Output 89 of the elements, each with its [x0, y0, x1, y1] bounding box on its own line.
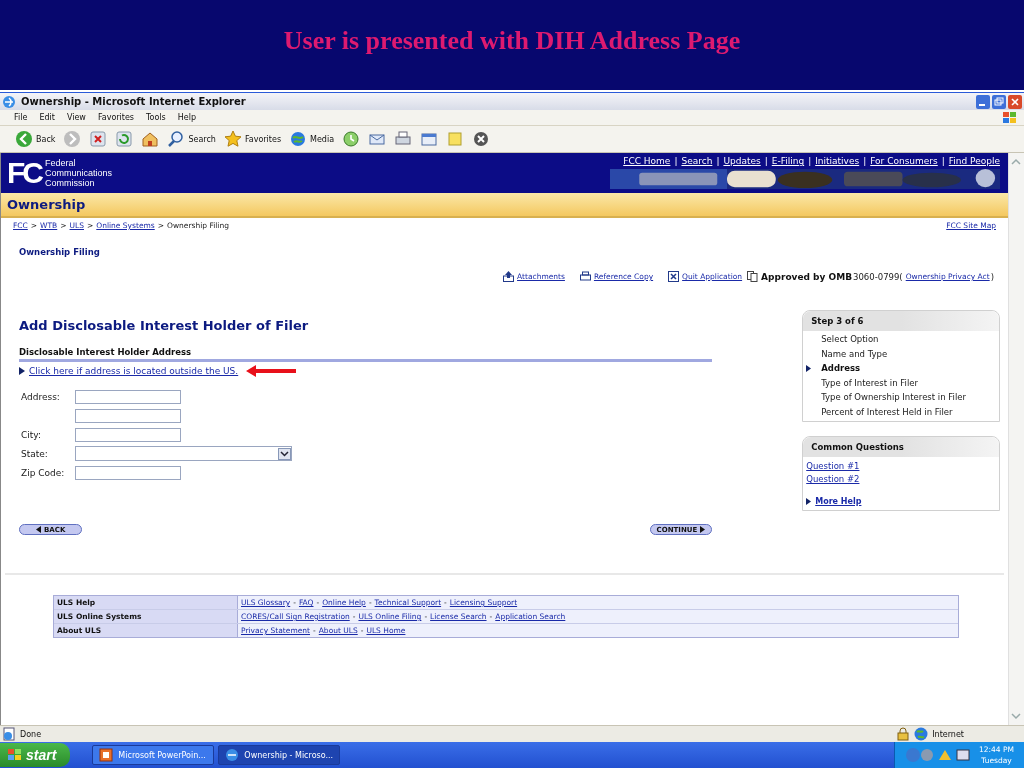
agency-name: Commission	[45, 178, 96, 188]
restore-icon[interactable]	[992, 94, 1006, 109]
field-label: State:	[21, 448, 48, 459]
media-button[interactable]: Media	[286, 130, 338, 148]
security-zone: Internet	[932, 729, 964, 739]
more-help-link[interactable]: More Help	[815, 497, 862, 506]
globe-icon	[914, 727, 929, 741]
input-field[interactable]	[75, 427, 181, 442]
filing-title: Ownership Filing	[18, 246, 101, 257]
header-link[interactable]: Updates	[723, 156, 761, 166]
presentation-app-icon	[99, 748, 114, 762]
input-field[interactable]	[75, 408, 181, 423]
link-separator: |	[716, 156, 720, 166]
search-button[interactable]: Search	[164, 130, 219, 148]
favorites-icon	[223, 130, 242, 148]
media-icon	[289, 130, 308, 148]
caret-icon	[700, 526, 706, 533]
back-button[interactable]: Back	[12, 130, 59, 148]
panel-title: Step 3 of 6	[811, 316, 864, 326]
header-link[interactable]: Find People	[948, 156, 1000, 166]
back-icon	[15, 130, 33, 148]
input-field[interactable]	[75, 389, 181, 404]
agency-name: Federal	[45, 158, 77, 168]
state-dropdown[interactable]	[75, 446, 292, 461]
slide-title: User is presented with DIH Address Page	[283, 26, 741, 56]
link-separator: |	[674, 156, 678, 166]
upload-icon	[503, 271, 515, 282]
caret-icon	[36, 526, 41, 533]
browser-icon	[2, 94, 16, 109]
closing-parenthesis: )	[990, 271, 994, 282]
section-title: Ownership	[7, 197, 86, 212]
bullet-icon	[806, 498, 812, 505]
outside-us-link[interactable]: Click here if address is located outside the US.	[29, 366, 239, 376]
favorites-button[interactable]: Favorites	[220, 130, 285, 148]
input-field[interactable]	[75, 465, 181, 480]
windows-flag-icon	[1002, 111, 1018, 124]
menu-item[interactable]: Help	[171, 113, 202, 122]
documents-icon	[747, 271, 759, 282]
header-link[interactable]: Search	[681, 156, 713, 166]
x-box-icon	[668, 271, 680, 282]
form-section-title: Disclosable Interest Holder Address	[19, 347, 713, 362]
page-icon	[2, 727, 16, 741]
question-link[interactable]: Question #2	[806, 474, 993, 484]
printer-icon	[579, 271, 591, 282]
field-label: City:	[21, 429, 42, 440]
menu-item[interactable]: Edit	[33, 113, 61, 122]
agency-name: Communications	[45, 168, 113, 178]
field-label: Address:	[21, 391, 60, 402]
step-item: Type of Interest in Filer	[821, 377, 918, 388]
link-separator: |	[764, 156, 768, 166]
minimize-icon[interactable]	[976, 94, 990, 109]
step-item: Percent of Interest Held in Filer	[821, 406, 953, 417]
menu-item[interactable]: View	[60, 113, 92, 122]
panel-title: Common Questions	[811, 442, 904, 452]
link-separator: |	[941, 156, 945, 166]
header-link[interactable]: For Consumers	[870, 156, 938, 166]
step-item: Type of Ownership Interest in Filer	[821, 392, 966, 403]
approval-label: Approved by OMB	[761, 271, 853, 282]
scrollbar[interactable]	[1008, 153, 1024, 725]
browser-icon	[225, 748, 240, 762]
windows-flag-icon	[8, 749, 22, 761]
close-icon[interactable]	[1008, 94, 1022, 109]
bullet-icon	[19, 367, 25, 375]
header-link[interactable]: E-Filing	[771, 156, 805, 166]
link-separator: |	[808, 156, 812, 166]
taskbar-button[interactable]: Microsoft PowerPoin...	[92, 745, 215, 765]
step-item: Address	[821, 363, 861, 374]
link-separator: |	[863, 156, 867, 166]
menu-item[interactable]: File	[8, 113, 34, 122]
tray-icons-drawing	[905, 747, 971, 763]
field-label: Zip Code:	[21, 467, 65, 478]
step-item: Select Option	[821, 334, 879, 345]
scroll-down-icon[interactable]	[1009, 710, 1023, 722]
logo-mark: FC	[7, 158, 41, 188]
question-link[interactable]: Question #1	[806, 461, 993, 471]
search-icon	[167, 130, 186, 148]
header-link[interactable]: FCC Home	[623, 156, 671, 166]
header-link[interactable]: Initiatives	[815, 156, 860, 166]
menu-item[interactable]: Favorites	[91, 113, 140, 122]
menu-item[interactable]: Tools	[140, 113, 172, 122]
arrow-icon	[246, 365, 297, 377]
window-title: Ownership - Microsoft Internet Explorer	[21, 96, 246, 107]
status-text: Done	[20, 729, 42, 739]
approval-number: 3060-0799(	[853, 271, 903, 282]
taskbar-button[interactable]: Ownership - Microso...	[218, 745, 341, 765]
lock-icon	[896, 727, 911, 741]
page-heading: Add Disclosable Interest Holder of Filer	[19, 317, 310, 333]
dropdown-arrow-icon	[278, 447, 291, 460]
step-item: Name and Type	[821, 348, 888, 359]
